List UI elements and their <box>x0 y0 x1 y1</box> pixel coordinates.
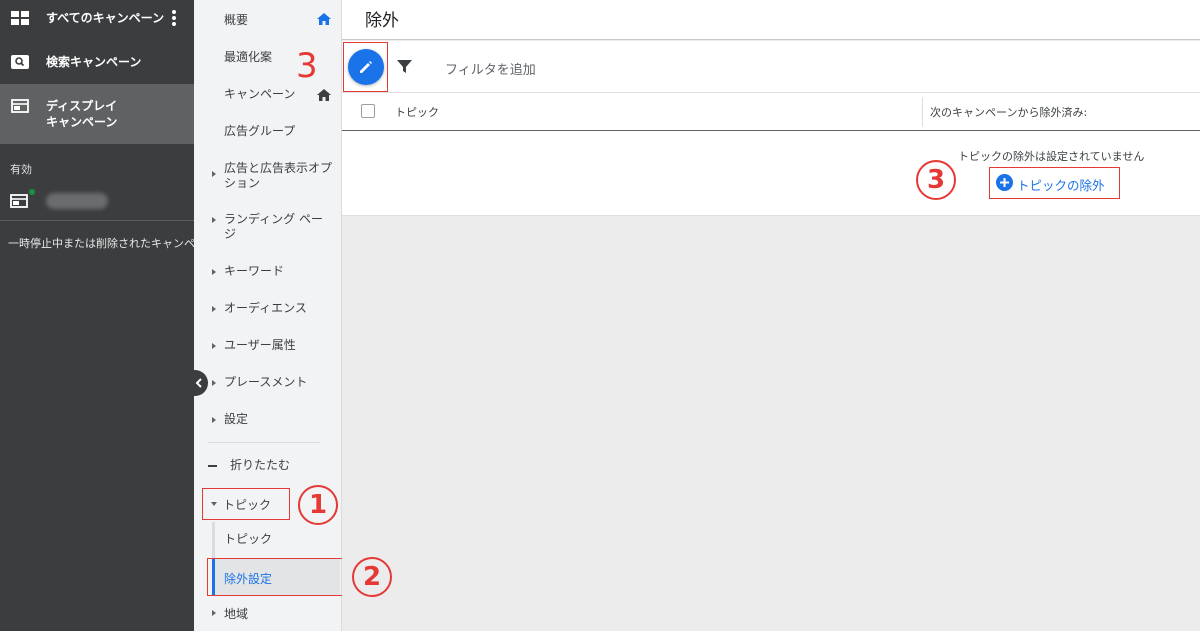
menu-item-campaigns[interactable]: キャンペーン <box>194 87 341 105</box>
annotation-highlight-exclusions <box>207 558 343 596</box>
annotation-step-3-toolbar: 3 <box>296 46 318 86</box>
empty-state: トピックの除外は設定されていません トピックの除外 <box>342 131 1200 216</box>
filter-icon[interactable] <box>397 59 412 78</box>
menu-item-keywords[interactable]: キーワード <box>194 264 341 282</box>
menu-item-label: 概要 <box>224 13 249 27</box>
more-options-icon[interactable] <box>172 10 176 26</box>
expand-arrow-icon <box>212 610 216 616</box>
display-campaigns-label-2: キャンペーン <box>46 115 118 129</box>
menu-item-label: 地域 <box>224 607 249 621</box>
chevron-left-icon <box>195 378 202 388</box>
enabled-status-label: 有効 <box>10 163 32 176</box>
menu-item-label: プレースメント <box>224 375 308 389</box>
menu-item-label: 広告グループ <box>224 124 296 138</box>
title-bar: 除外 <box>342 0 1200 40</box>
grid-icon <box>10 10 30 26</box>
add-filter-button[interactable]: フィルタを追加 <box>445 59 536 78</box>
collapse-button[interactable]: 折りたたむ <box>194 458 341 476</box>
home-icon <box>317 13 331 28</box>
expand-arrow-icon <box>212 269 216 275</box>
menu-group-label: トピック <box>223 498 272 512</box>
menu-item-placements[interactable]: プレースメント <box>194 375 341 393</box>
menu-item-landing-pages[interactable]: ランディング ページ <box>194 212 341 244</box>
table-toolbar: フィルタを追加 <box>342 41 1200 93</box>
menu-item-ad-groups[interactable]: 広告グループ <box>194 124 341 142</box>
display-campaign-icon <box>10 194 28 212</box>
annotation-step-3-content: 3 <box>916 160 956 200</box>
menu-item-label: 設定 <box>224 412 249 426</box>
submenu-label: トピック <box>224 532 273 546</box>
menu-item-audiences[interactable]: オーディエンス <box>194 301 341 319</box>
menu-item-label: ユーザー属性 <box>224 338 296 352</box>
add-topic-exclusion-button[interactable]: トピックの除外 <box>989 167 1120 199</box>
menu-item-ads-extensions[interactable]: 広告と広告表示オプション <box>194 161 341 193</box>
annotation-step-1: 1 <box>298 485 338 525</box>
add-circle-icon <box>996 174 1013 191</box>
empty-state-message: トピックの除外は設定されていません <box>958 150 1145 163</box>
expand-arrow-icon <box>212 171 216 177</box>
menu-item-label: ランディング ページ <box>224 212 323 241</box>
blurred-campaign-name <box>46 193 108 209</box>
search-campaigns-label: 検索キャンペーン <box>46 55 142 69</box>
submenu-item-topics[interactable]: トピック <box>194 532 341 550</box>
search-campaigns-item[interactable]: 検索キャンペーン <box>0 44 194 80</box>
menu-item-overview[interactable]: 概要 <box>194 13 341 31</box>
collapse-label: 折りたたむ <box>230 458 291 472</box>
expand-arrow-icon <box>212 217 216 223</box>
menu-item-region[interactable]: 地域 <box>194 607 341 625</box>
all-campaigns-label: すべてのキャンペーン <box>46 11 165 25</box>
menu-item-label: キャンペーン <box>224 87 296 101</box>
column-header-topic[interactable]: トピック <box>395 104 439 120</box>
campaign-item[interactable] <box>0 186 194 216</box>
menu-item-demographics[interactable]: ユーザー属性 <box>194 338 341 356</box>
display-icon <box>10 98 30 114</box>
expand-arrow-icon <box>212 380 216 386</box>
annotation-highlight-edit <box>343 42 388 92</box>
campaign-sidebar: すべてのキャンペーン 検索キャンペーン ディスプレイ キャンペーン 有効 一時停… <box>0 0 194 631</box>
column-divider <box>922 97 923 127</box>
table-header: トピック 次のキャンペーンから除外済み: <box>342 93 1200 131</box>
expand-arrow-icon <box>212 417 216 423</box>
menu-item-settings[interactable]: 設定 <box>194 412 341 430</box>
expand-arrow-icon <box>212 343 216 349</box>
menu-item-label: キーワード <box>224 264 285 278</box>
menu-divider <box>208 442 320 443</box>
column-header-excluded-from[interactable]: 次のキャンペーンから除外済み: <box>930 104 1087 120</box>
paused-campaigns-link[interactable]: 一時停止中または削除されたキャンペーン <box>8 235 194 251</box>
page-title: 除外 <box>365 11 399 31</box>
display-campaigns-item[interactable]: ディスプレイ キャンペーン <box>0 84 194 144</box>
menu-item-label: 広告と広告表示オプション <box>224 161 333 190</box>
menu-item-label: 最適化案 <box>224 50 273 64</box>
sidebar-divider <box>0 220 194 221</box>
select-all-checkbox[interactable] <box>361 104 375 118</box>
active-status-dot <box>29 189 35 195</box>
annotation-step-2: 2 <box>352 557 392 597</box>
add-topic-exclusion-label: トピックの除外 <box>1017 178 1105 193</box>
all-campaigns-item[interactable]: すべてのキャンペーン <box>0 0 194 36</box>
search-campaign-icon <box>10 54 30 70</box>
menu-group-topics[interactable]: トピック <box>202 488 290 520</box>
home-icon <box>317 89 331 104</box>
menu-item-recommendations[interactable]: 最適化案 <box>194 50 341 68</box>
expand-arrow-icon <box>212 306 216 312</box>
display-campaigns-label-1: ディスプレイ <box>46 99 118 113</box>
menu-item-label: オーディエンス <box>224 301 307 315</box>
collapse-arrow-icon <box>211 502 217 506</box>
main-content: 除外 フィルタを追加 トピック 次のキャンペーンから除外済み: トピックの除外は… <box>342 0 1200 631</box>
